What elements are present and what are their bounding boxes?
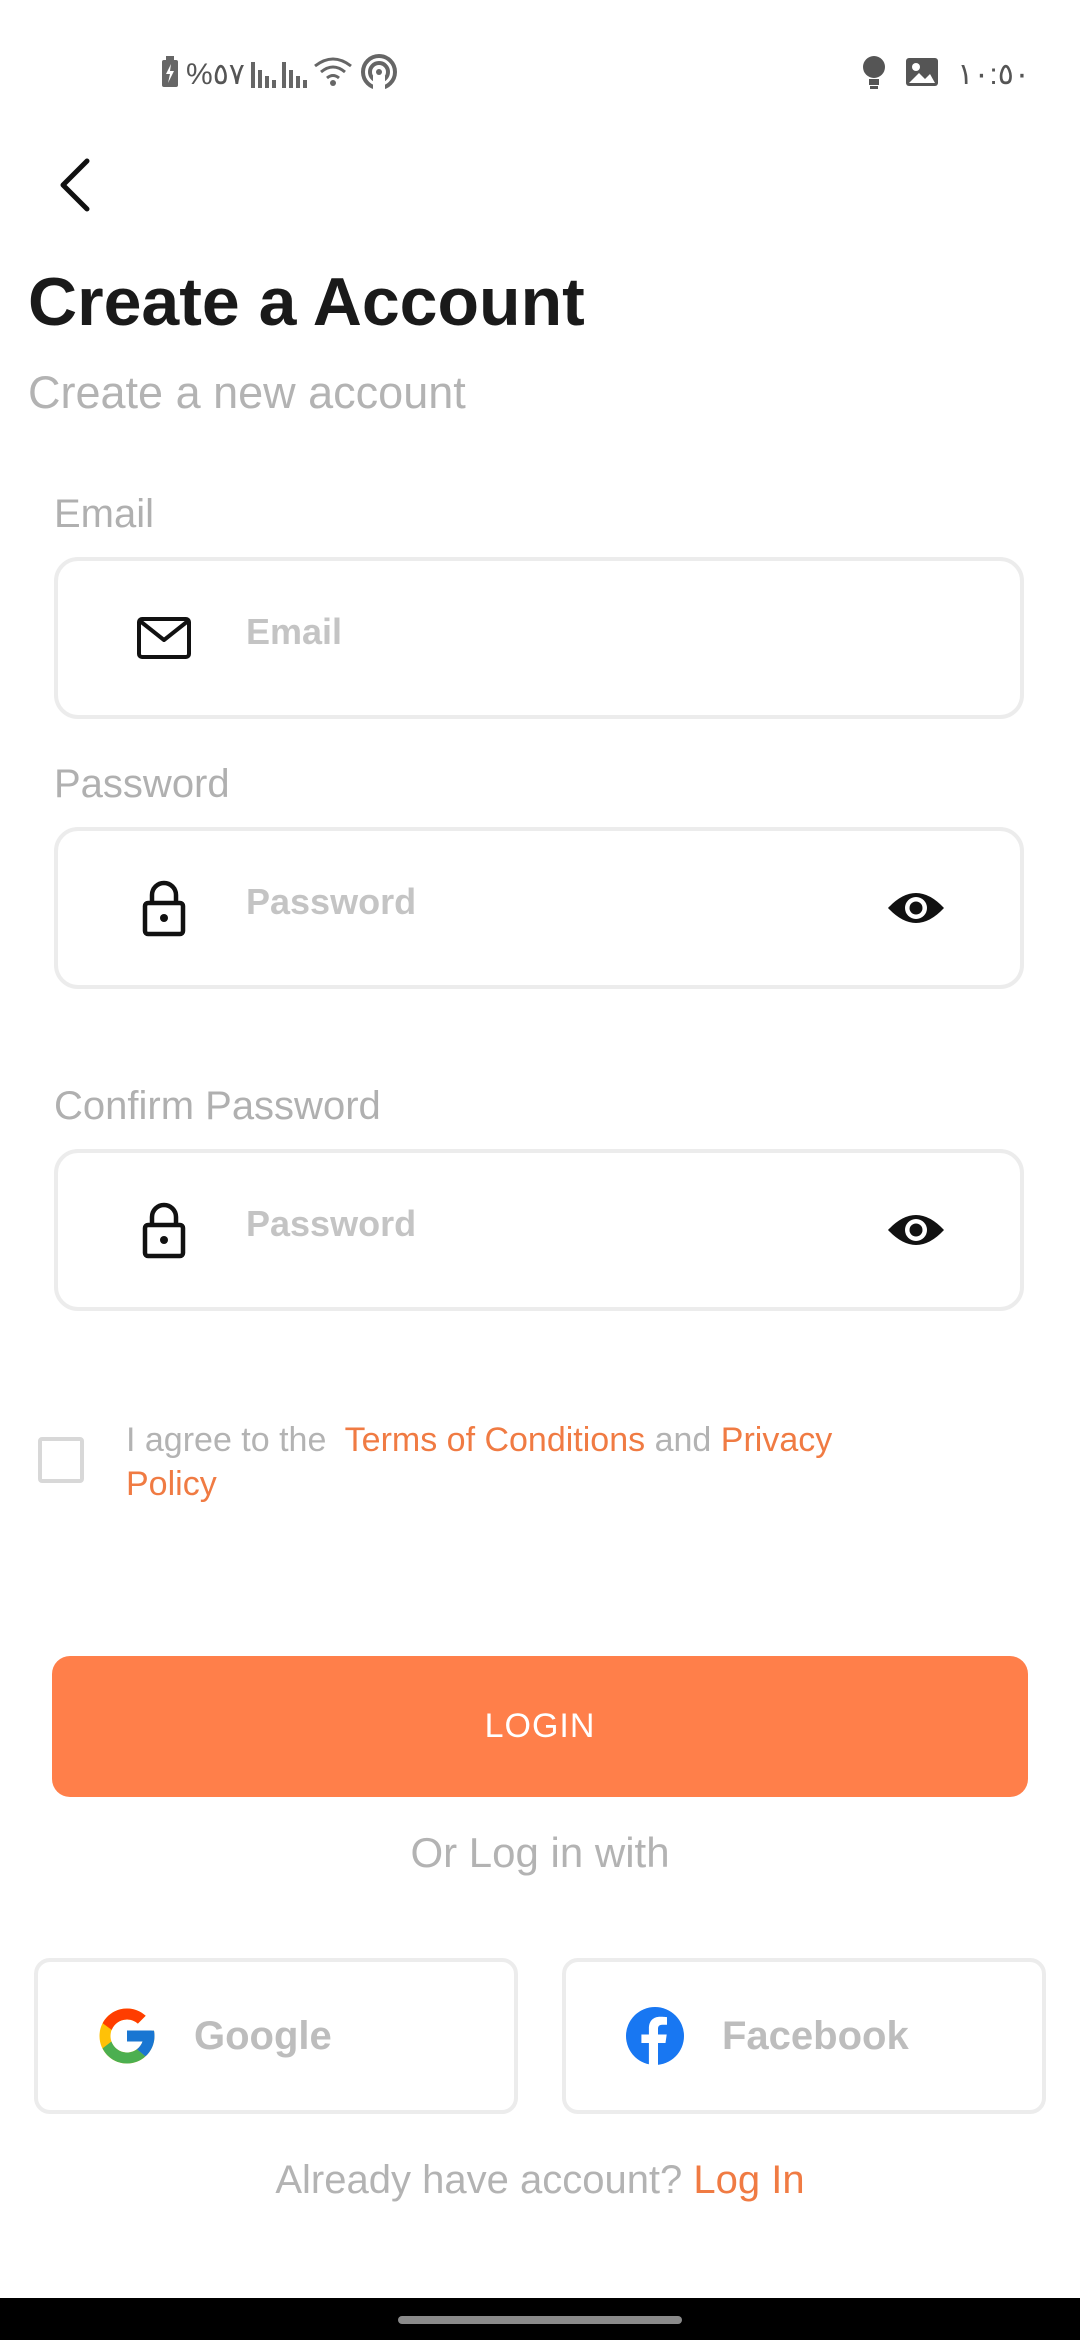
- notification-bulb-icon: [861, 55, 887, 94]
- status-bar-left: %٥٧: [160, 50, 399, 98]
- mail-icon: [134, 608, 194, 668]
- page-title: Create a Account: [28, 264, 585, 340]
- status-bar-right: ١٠:٥٠: [861, 50, 1030, 98]
- lock-icon: [134, 1200, 194, 1260]
- email-field[interactable]: [54, 557, 1024, 719]
- toggle-password-visibility-button[interactable]: [884, 876, 948, 940]
- password-label: Password: [54, 762, 230, 806]
- footer-prompt: Already have account?: [275, 2158, 683, 2202]
- confirm-password-field[interactable]: [54, 1149, 1024, 1311]
- lock-icon: [134, 878, 194, 938]
- alt-login-text: Or Log in with: [410, 1829, 670, 1876]
- battery-percent: %٥٧: [186, 57, 245, 91]
- confirm-password-label: Confirm Password: [54, 1084, 381, 1128]
- email-input[interactable]: [244, 601, 848, 663]
- wifi-icon: [313, 56, 353, 93]
- eye-icon: [888, 1215, 944, 1245]
- login-button[interactable]: LOGIN: [52, 1656, 1028, 1797]
- toggle-confirm-password-visibility-button[interactable]: [884, 1198, 948, 1262]
- eye-icon: [888, 893, 944, 923]
- terms-text: I agree to the Terms of Conditions and P…: [126, 1418, 886, 1506]
- log-in-link[interactable]: Log In: [693, 2158, 804, 2202]
- google-label: Google: [194, 2013, 332, 2058]
- password-input[interactable]: [244, 871, 848, 933]
- home-gesture-handle[interactable]: [398, 2316, 682, 2324]
- facebook-login-button[interactable]: Facebook: [562, 1958, 1046, 2114]
- page-subtitle: Create a new account: [28, 367, 466, 418]
- terms-of-conditions-link[interactable]: Terms of Conditions: [345, 1421, 645, 1459]
- facebook-icon: [620, 2001, 690, 2071]
- back-arrow-icon: [60, 158, 90, 212]
- clock: ١٠:٥٠: [957, 57, 1030, 91]
- terms-checkbox[interactable]: [38, 1437, 84, 1483]
- email-label: Email: [54, 492, 155, 536]
- signal-strength-icon: [281, 60, 307, 88]
- footer: Already have account? Log In: [0, 2160, 1080, 2200]
- facebook-label: Facebook: [722, 2013, 909, 2058]
- google-icon: [92, 2001, 162, 2071]
- hotspot-icon: [359, 52, 399, 97]
- terms-prefix: I agree to the: [126, 1421, 327, 1459]
- password-field[interactable]: [54, 827, 1024, 989]
- confirm-password-input[interactable]: [244, 1193, 848, 1255]
- back-button[interactable]: [40, 150, 110, 220]
- google-login-button[interactable]: Google: [34, 1958, 518, 2114]
- battery-charging-icon: [160, 55, 180, 93]
- signal-strength-icon: [250, 60, 276, 88]
- gallery-icon: [905, 57, 939, 92]
- terms-joiner: and: [654, 1421, 712, 1459]
